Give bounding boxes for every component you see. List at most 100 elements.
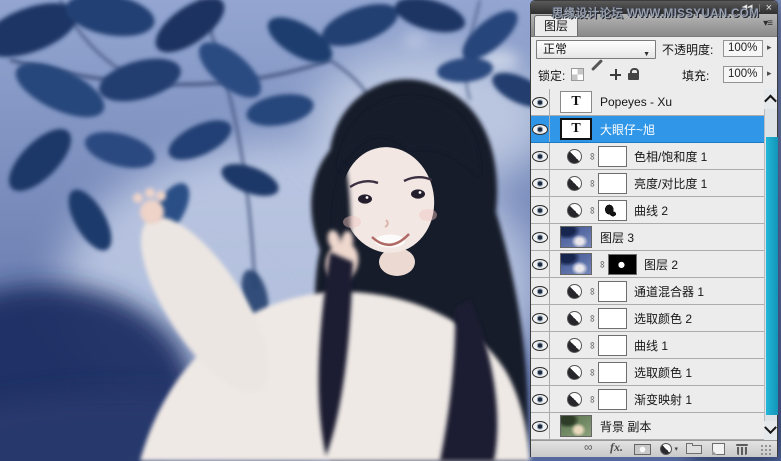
blend-mode-value: 正常 (543, 42, 567, 56)
image-layer-thumbnail[interactable] (560, 253, 592, 275)
visibility-toggle[interactable] (531, 170, 550, 196)
visibility-toggle[interactable] (531, 143, 550, 169)
layer-mask-thumbnail[interactable] (598, 200, 627, 221)
layer-style-fx-icon[interactable]: fx. (610, 440, 623, 455)
eye-icon (532, 178, 548, 189)
link-icon: ∞ (587, 339, 598, 351)
eye-icon (532, 259, 548, 270)
lock-label: 锁定: (538, 67, 565, 84)
link-icon: ∞ (587, 285, 598, 297)
visibility-toggle[interactable] (531, 386, 550, 412)
blend-row: 正常 ▼ 不透明度: 100% ▸ (531, 37, 777, 59)
layer-name: 背景 副本 (600, 418, 651, 435)
layer-mask-thumbnail[interactable] (598, 173, 627, 194)
adjustment-layer-icon[interactable] (567, 392, 582, 407)
layer-row-selected[interactable]: T 大眼仔~旭 (531, 116, 777, 143)
adjustment-layer-icon[interactable] (567, 149, 582, 164)
link-icon: ∞ (587, 366, 598, 378)
scrollbar-thumb[interactable] (766, 137, 778, 415)
adjustment-layer-icon[interactable] (567, 203, 582, 218)
visibility-toggle[interactable] (531, 251, 550, 277)
link-icon: ∞ (587, 393, 598, 405)
layer-name: 选取颜色 1 (634, 364, 692, 381)
layer-controls: 正常 ▼ 不透明度: 100% ▸ 锁定: 填充: 100% ▸ (531, 37, 777, 89)
layer-row-selective-color-1[interactable]: ∞ 选取颜色 1 (531, 359, 777, 386)
layer-row-gradient-map[interactable]: ∞ 渐变映射 1 (531, 386, 777, 413)
layer-mask-thumbnail[interactable] (598, 389, 627, 410)
layer-name: 渐变映射 1 (634, 391, 692, 408)
layer-mask-thumbnail[interactable] (598, 146, 627, 167)
visibility-toggle[interactable] (531, 116, 550, 142)
scroll-down-button[interactable] (764, 421, 777, 440)
text-layer-thumbnail[interactable]: T (560, 91, 592, 113)
blend-mode-select[interactable]: 正常 ▼ (536, 40, 656, 59)
link-icon: ∞ (587, 204, 598, 216)
delete-layer-icon[interactable] (736, 443, 748, 455)
lock-transparency-icon[interactable] (571, 68, 584, 81)
layer-name: 图层 2 (644, 256, 678, 273)
lock-pixels-icon[interactable] (590, 68, 603, 81)
layer-row-brightness-contrast[interactable]: ∞ 亮度/对比度 1 (531, 170, 777, 197)
layers-panel: ◀◀ × 图层 ▾≡ 正常 ▼ 不透明度: 100% ▸ 锁定: (530, 0, 778, 457)
add-layer-mask-icon[interactable] (634, 444, 651, 455)
fill-field[interactable]: 100% (723, 66, 763, 83)
eye-icon (532, 97, 548, 108)
visibility-toggle[interactable] (531, 413, 550, 439)
visibility-toggle[interactable] (531, 359, 550, 385)
fill-spinner-icon[interactable]: ▸ (767, 68, 772, 79)
layer-row-curves-1[interactable]: ∞ 曲线 1 (531, 332, 777, 359)
layer-name: Popeyes - Xu (600, 95, 672, 109)
visibility-toggle[interactable] (531, 89, 550, 115)
eye-icon (532, 151, 548, 162)
new-adjustment-layer-icon[interactable] (660, 443, 672, 455)
opacity-label: 不透明度: (662, 41, 713, 58)
lock-buttons (571, 65, 639, 83)
visibility-toggle[interactable] (531, 224, 550, 250)
opacity-field[interactable]: 100% (723, 40, 763, 57)
layer-row-channel-mixer[interactable]: ∞ 通道混合器 1 (531, 278, 777, 305)
adjustment-layer-icon[interactable] (567, 311, 582, 326)
image-layer-thumbnail[interactable] (560, 226, 592, 248)
adjustment-layer-icon[interactable] (567, 176, 582, 191)
layer-name: 曲线 2 (634, 202, 668, 219)
visibility-toggle[interactable] (531, 305, 550, 331)
visibility-toggle[interactable] (531, 278, 550, 304)
eye-icon (532, 232, 548, 243)
layer-row-curves-2[interactable]: ∞ 曲线 2 (531, 197, 777, 224)
layer-row-layer-2[interactable]: ∞ 图层 2 (531, 251, 777, 278)
link-icon: ∞ (587, 177, 598, 189)
adjustment-layer-icon[interactable] (567, 338, 582, 353)
resize-grip-icon[interactable] (760, 444, 771, 455)
layer-row-layer-3[interactable]: 图层 3 (531, 224, 777, 251)
layer-mask-thumbnail[interactable] (598, 308, 627, 329)
layer-mask-thumbnail[interactable] (598, 281, 627, 302)
scroll-up-button[interactable] (764, 89, 777, 109)
new-layer-icon[interactable] (712, 443, 725, 455)
link-layers-icon[interactable]: ∞ (584, 440, 592, 454)
adjustment-layer-icon[interactable] (567, 365, 582, 380)
new-group-icon[interactable] (686, 445, 702, 454)
layer-mask-thumbnail[interactable] (598, 362, 627, 383)
link-icon: ∞ (587, 150, 598, 162)
layer-row-background-copy[interactable]: 背景 副本 (531, 413, 777, 440)
eye-icon (532, 286, 548, 297)
layer-row-selective-color-2[interactable]: ∞ 选取颜色 2 (531, 305, 777, 332)
image-layer-thumbnail[interactable] (560, 415, 592, 437)
layer-mask-thumbnail[interactable] (598, 335, 627, 356)
scrollbar (764, 89, 777, 440)
scrollbar-track[interactable] (764, 109, 777, 421)
layer-row-hue-saturation[interactable]: ∞ 色相/饱和度 1 (531, 143, 777, 170)
lock-all-icon[interactable] (628, 68, 639, 81)
text-layer-thumbnail[interactable]: T (560, 118, 592, 140)
layer-mask-thumbnail[interactable] (608, 254, 637, 275)
opacity-spinner-icon[interactable]: ▸ (767, 42, 772, 53)
adjustment-layer-icon[interactable] (567, 284, 582, 299)
visibility-toggle[interactable] (531, 332, 550, 358)
layer-row-popeyes[interactable]: T Popeyes - Xu (531, 89, 777, 116)
eye-icon (532, 205, 548, 216)
visibility-toggle[interactable] (531, 197, 550, 223)
layers-bottom-toolbar: ∞ fx. (531, 440, 777, 457)
lock-position-icon[interactable] (609, 68, 622, 81)
link-icon: ∞ (587, 312, 598, 324)
layer-name: 选取颜色 2 (634, 310, 692, 327)
